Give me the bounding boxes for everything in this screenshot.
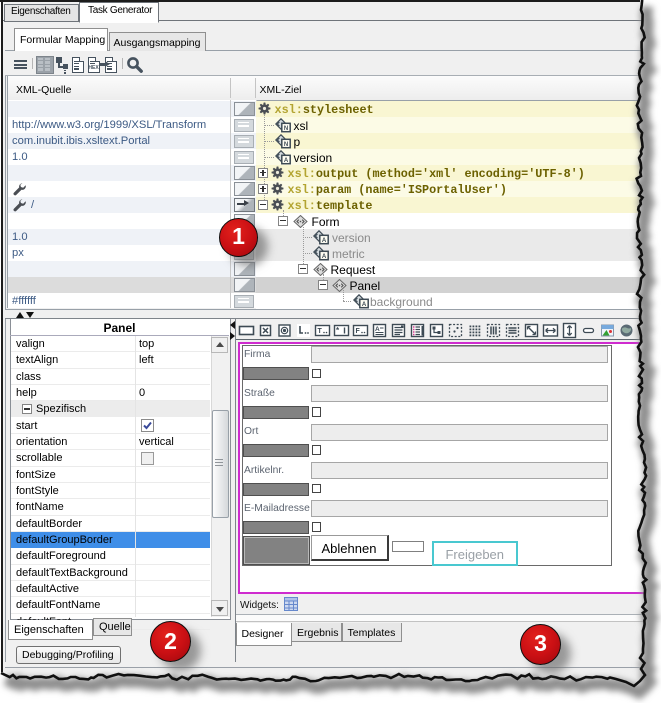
svg-text:T: T [317,328,322,335]
svg-text:A: A [322,254,327,260]
svg-text:A: A [361,302,366,308]
svg-text:N: N [284,142,288,148]
svg-text:A: A [322,238,327,244]
svg-text:A: A [284,158,289,164]
svg-text:F: F [355,328,360,335]
svg-text:A: A [375,326,380,333]
svg-text:N: N [284,126,288,132]
